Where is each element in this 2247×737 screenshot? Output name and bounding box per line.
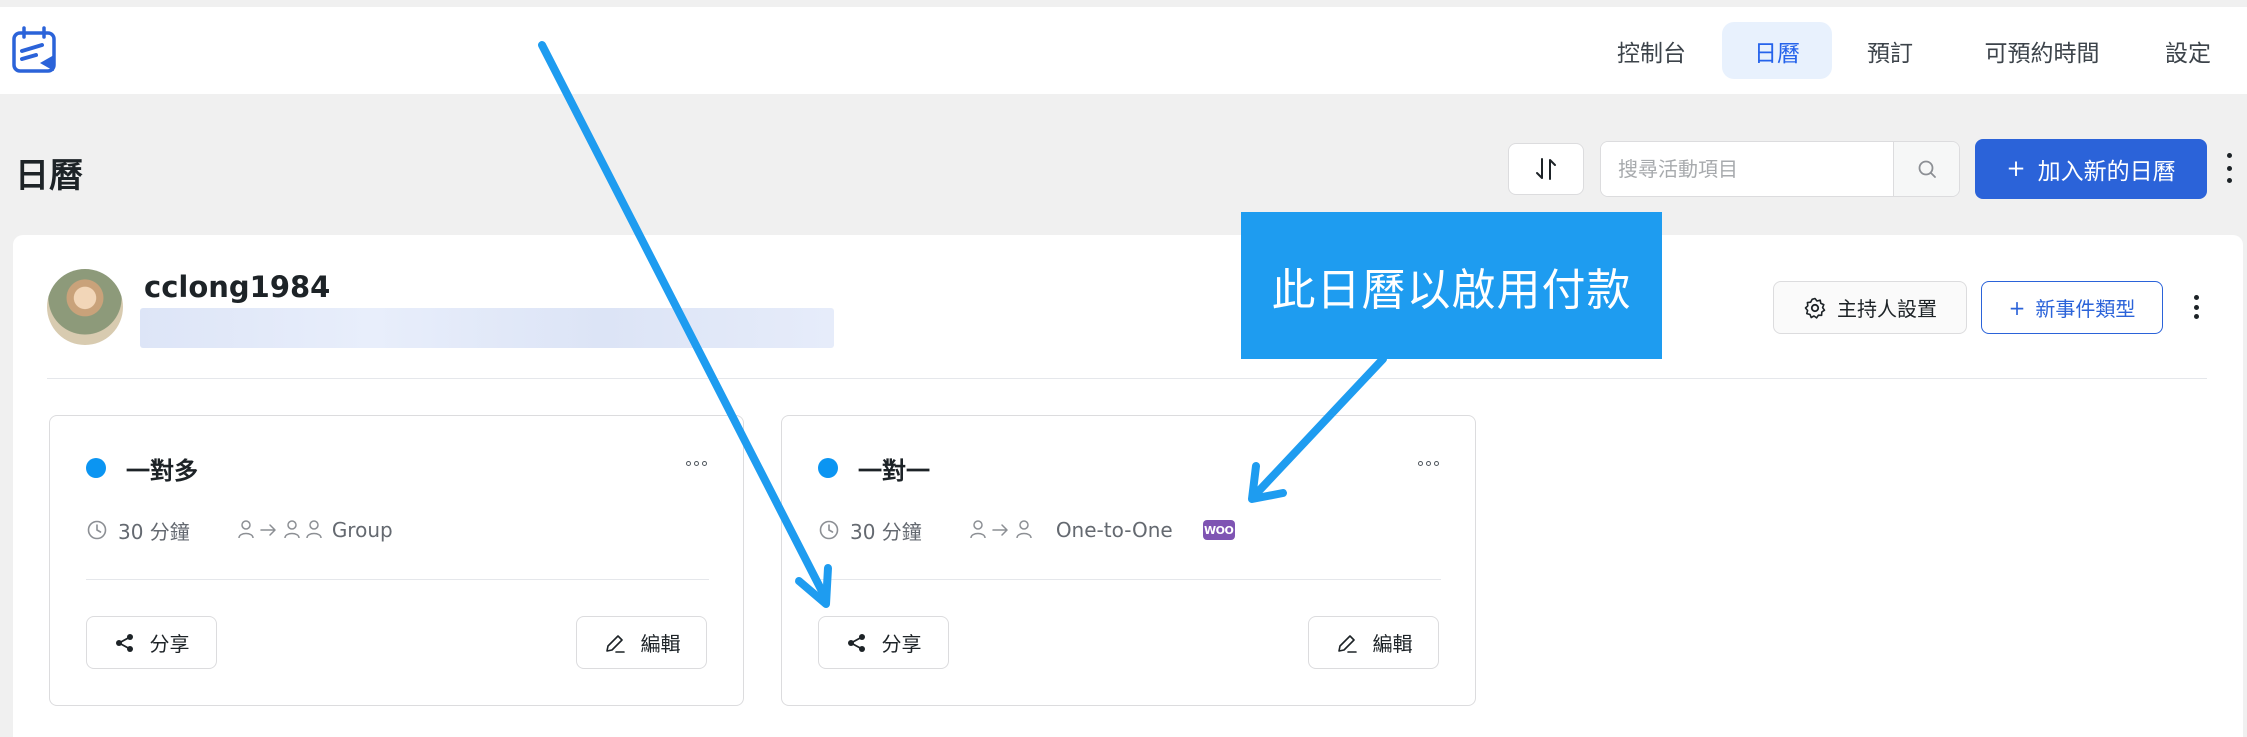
divider [86, 579, 709, 580]
event-meta: 30 分鐘 Group [86, 515, 439, 545]
search-icon [1918, 160, 1936, 178]
nav-item-calendars[interactable]: 日曆 [1722, 22, 1832, 79]
plus-icon: + [2008, 295, 2026, 320]
search-box [1600, 141, 1960, 197]
clock-icon [819, 520, 839, 540]
event-duration: 30 分鐘 [850, 519, 922, 544]
host-link-redacted [140, 308, 834, 348]
event-color-dot [818, 458, 838, 478]
share-icon [115, 633, 133, 652]
event-type: Group [331, 518, 393, 542]
nav-item-bookings[interactable]: 預訂 [1851, 22, 1929, 79]
event-card-one-to-one: 一對一 30 分鐘 One-to-One WOO 分享 編輯 [781, 415, 1476, 706]
one-to-one-icon [970, 520, 1032, 539]
gear-icon [1804, 297, 1826, 319]
app-logo-icon[interactable] [10, 25, 62, 77]
add-new-calendar-label: 加入新的日曆 [2037, 159, 2176, 185]
host-name: cclong1984 [144, 270, 331, 304]
event-title[interactable]: 一對多 [126, 451, 198, 486]
woocommerce-payment-icon: WOO [1202, 520, 1235, 540]
one-to-many-icon [238, 520, 322, 539]
sort-button[interactable] [1508, 143, 1584, 195]
event-meta: 30 分鐘 One-to-One WOO [818, 515, 1235, 545]
host-settings-button[interactable]: 主持人設置 [1773, 281, 1967, 334]
pencil-icon [1337, 634, 1357, 653]
share-label: 分享 [149, 632, 190, 656]
event-card-one-to-many: 一對多 30 分鐘 Group 分享 編輯 [49, 415, 744, 706]
event-type: One-to-One [1055, 518, 1173, 542]
nav-item-settings[interactable]: 設定 [2148, 22, 2228, 79]
page-more-menu-icon[interactable] [2224, 153, 2234, 183]
sort-icon [1536, 158, 1556, 180]
edit-label: 編輯 [1372, 632, 1413, 656]
new-event-type-label: 新事件類型 [2035, 297, 2136, 321]
nav-item-availability[interactable]: 可預約時間 [1967, 22, 2117, 79]
new-event-type-button[interactable]: + 新事件類型 [1981, 281, 2163, 334]
pencil-icon [605, 634, 625, 653]
event-duration: 30 分鐘 [118, 519, 190, 544]
search-button[interactable] [1893, 142, 1959, 196]
host-avatar [47, 269, 123, 345]
page-title: 日曆 [15, 156, 83, 196]
plus-icon: + [2006, 156, 2026, 182]
divider [818, 579, 1441, 580]
edit-button[interactable]: 編輯 [1308, 616, 1439, 669]
nav-item-dashboard[interactable]: 控制台 [1601, 22, 1702, 79]
event-more-menu-icon[interactable] [1418, 461, 1439, 466]
add-new-calendar-button[interactable]: + 加入新的日曆 [1975, 139, 2207, 199]
host-settings-label: 主持人設置 [1837, 297, 1937, 321]
edit-button[interactable]: 編輯 [576, 616, 707, 669]
share-button[interactable]: 分享 [818, 616, 949, 669]
edit-label: 編輯 [640, 632, 681, 656]
event-color-dot [86, 458, 106, 478]
share-label: 分享 [881, 632, 922, 656]
clock-icon [87, 520, 107, 540]
event-title[interactable]: 一對一 [858, 451, 930, 486]
share-icon [847, 633, 865, 652]
event-more-menu-icon[interactable] [686, 461, 707, 466]
search-input[interactable] [1601, 142, 1893, 196]
calendar-more-menu-icon[interactable] [2191, 295, 2201, 319]
divider [47, 378, 2207, 379]
share-button[interactable]: 分享 [86, 616, 217, 669]
annotation-callout: 此日曆以啟用付款 [1241, 212, 1662, 359]
